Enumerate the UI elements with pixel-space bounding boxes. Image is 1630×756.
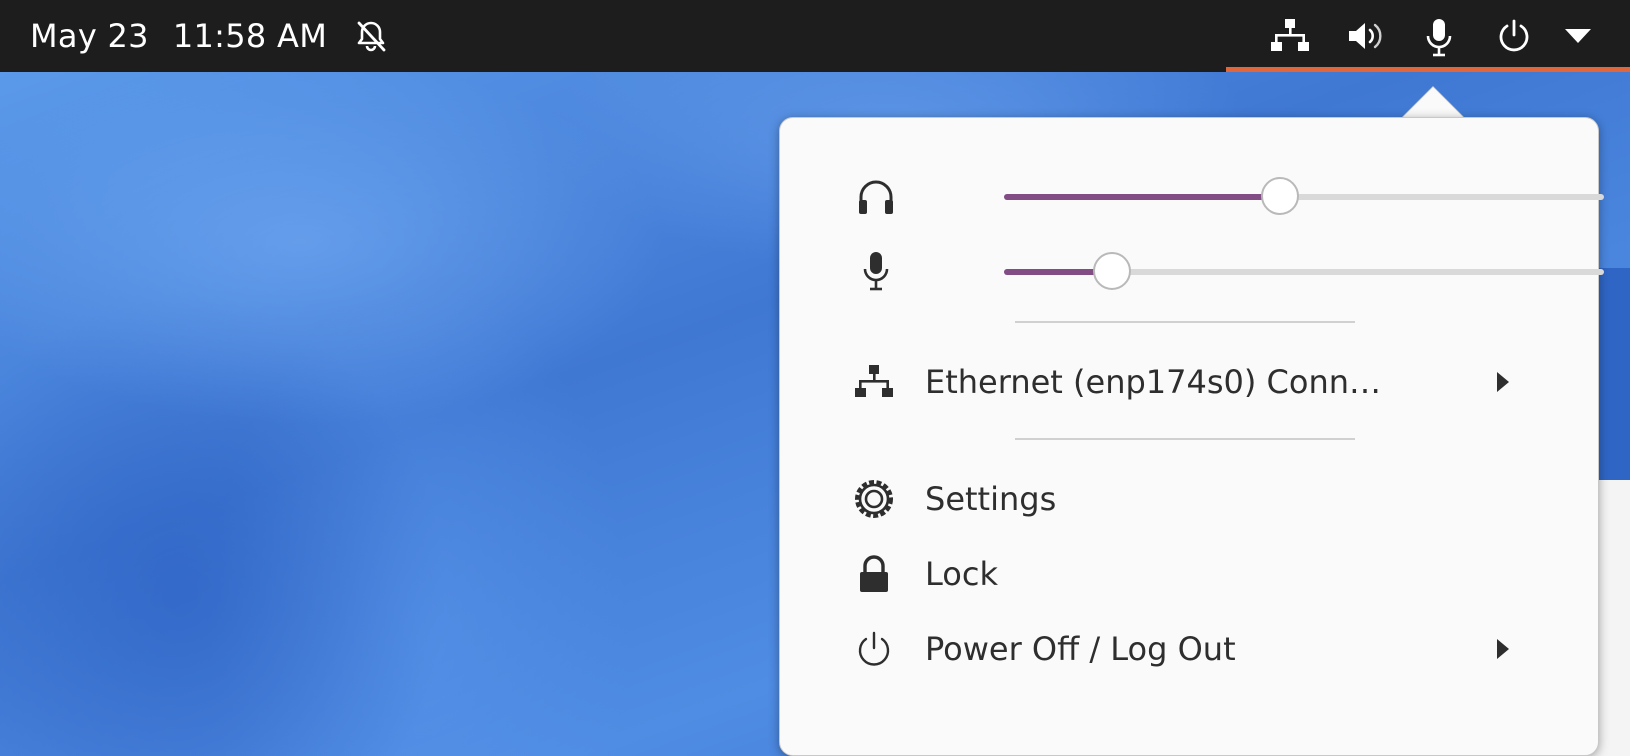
menu-pointer xyxy=(1401,87,1465,119)
network-icon xyxy=(852,360,896,404)
power-icon xyxy=(852,627,896,671)
output-volume-handle[interactable] xyxy=(1261,177,1299,215)
microphone-icon xyxy=(856,250,896,294)
lock-menu-item[interactable]: Lock xyxy=(780,542,1598,606)
system-menu: Ethernet (enp174s0) Conn… Settings Lock xyxy=(779,117,1604,756)
dropdown-icon[interactable] xyxy=(1564,28,1592,44)
input-volume-slider[interactable] xyxy=(1004,252,1604,290)
power-off-label: Power Off / Log Out xyxy=(925,630,1236,668)
top-bar: May 23 11:58 AM xyxy=(0,0,1630,72)
settings-menu-item[interactable]: Settings xyxy=(780,467,1598,531)
settings-label: Settings xyxy=(925,480,1057,518)
power-off-menu-item[interactable]: Power Off / Log Out xyxy=(780,617,1598,681)
bell-off-icon xyxy=(353,18,389,54)
headphones-icon xyxy=(856,175,896,219)
power-icon[interactable] xyxy=(1496,18,1532,54)
menu-separator xyxy=(1015,321,1355,323)
input-volume-handle[interactable] xyxy=(1093,252,1131,290)
output-volume-slider[interactable] xyxy=(1004,177,1604,215)
network-icon[interactable] xyxy=(1270,18,1310,54)
lock-icon xyxy=(852,552,896,596)
clock-button[interactable]: May 23 11:58 AM xyxy=(30,14,389,58)
menu-separator xyxy=(1015,438,1355,440)
time-label: 11:58 AM xyxy=(172,17,328,55)
input-volume-row xyxy=(856,250,1604,294)
system-menu-active-indicator xyxy=(1226,67,1630,72)
gear-icon xyxy=(852,477,896,521)
volume-icon[interactable] xyxy=(1346,18,1386,54)
output-volume-fill xyxy=(1004,194,1280,200)
submenu-arrow-icon xyxy=(1497,372,1509,392)
output-volume-row xyxy=(856,175,1604,219)
date-label: May 23 xyxy=(30,17,149,55)
submenu-arrow-icon xyxy=(1497,639,1509,659)
ethernet-menu-item[interactable]: Ethernet (enp174s0) Conn… xyxy=(780,350,1598,414)
ethernet-label: Ethernet (enp174s0) Conn… xyxy=(925,363,1382,401)
lock-label: Lock xyxy=(925,555,998,593)
microphone-icon[interactable] xyxy=(1424,18,1454,58)
